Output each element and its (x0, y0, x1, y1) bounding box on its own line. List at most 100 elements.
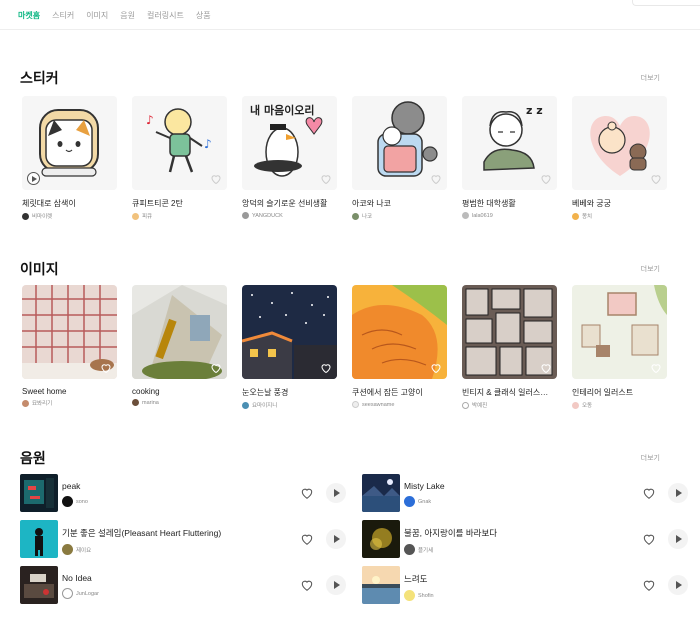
image-thumbnail[interactable] (572, 285, 667, 379)
sticker-card-row: 체릿대로 삼색이 비마이렛 ♪ ♪ 큐피트티콘 2탄 피큐 내 마음이오리 앙덕… (22, 96, 667, 220)
artist-name: JunLogar (76, 590, 99, 597)
sticker-thumbnail[interactable] (22, 96, 117, 190)
music-item[interactable]: peak sono (20, 474, 346, 520)
svg-text:♪: ♪ (204, 137, 212, 151)
album-cover[interactable] (362, 520, 400, 558)
artist-name: 제이요 (76, 547, 92, 554)
image-card[interactable]: cooking marina (132, 285, 227, 409)
heart-outline-icon[interactable] (430, 173, 442, 185)
heart-outline-icon[interactable] (300, 486, 314, 500)
svg-text:♪: ♪ (146, 113, 154, 127)
play-icon[interactable] (668, 575, 688, 595)
image-card[interactable]: 눈오는날 풍경 요마이지니 (242, 285, 337, 409)
heart-outline-icon[interactable] (210, 362, 222, 374)
sticker-card[interactable]: z z 평범한 대학생활 lala0619 (462, 96, 557, 220)
music-more-link[interactable]: 더보기 (641, 453, 660, 463)
author-name: YANGDUCK (252, 212, 283, 219)
sticker-thumbnail[interactable]: ♪ ♪ (132, 96, 227, 190)
image-thumbnail[interactable] (22, 285, 117, 379)
play-icon[interactable] (326, 483, 346, 503)
heart-outline-icon[interactable] (210, 173, 222, 185)
heart-outline-icon[interactable] (642, 578, 656, 592)
play-icon[interactable] (326, 529, 346, 549)
sticker-title: 평범한 대학생활 (462, 199, 516, 208)
sticker-card[interactable]: 아코와 나코 나코 (352, 96, 447, 220)
image-author: marina (132, 399, 227, 406)
avatar (404, 496, 415, 507)
music-item[interactable]: 불꿈, 아지랑이를 바라보다 플기세 (362, 520, 688, 566)
sticker-title: 체릿대로 삼색이 (22, 199, 76, 208)
tab-music[interactable]: 음원 (120, 10, 135, 21)
music-item[interactable]: 기분 좋은 설레임(Pleasant Heart Fluttering) 제이요 (20, 520, 346, 566)
play-icon[interactable] (326, 575, 346, 595)
tab-market-home[interactable]: 마켓홈 (18, 10, 40, 21)
album-cover[interactable] (20, 566, 58, 604)
heart-outline-icon[interactable] (320, 362, 332, 374)
avatar (242, 401, 249, 409)
tab-images[interactable]: 이미지 (86, 10, 108, 21)
heart-outline-icon[interactable] (650, 362, 662, 374)
track-artist: sono (62, 496, 88, 507)
image-card[interactable]: 인테리어 일러스트 오동 (572, 285, 667, 409)
sticker-card[interactable]: 내 마음이오리 앙덕의 슬기로운 선비생활 YANGDUCK (242, 96, 337, 220)
top-navigation: 마켓홈 스티커 이미지 음원 컬러링시트 상품 (0, 0, 700, 30)
sticker-author: 몽치 (572, 212, 667, 220)
sticker-thumbnail[interactable] (572, 96, 667, 190)
album-cover[interactable] (362, 566, 400, 604)
tab-stickers[interactable]: 스티커 (52, 10, 74, 21)
images-more-link[interactable]: 더보기 (641, 264, 660, 274)
artist-name: sono (76, 498, 88, 505)
sticker-thumbnail[interactable]: 내 마음이오리 (242, 96, 337, 190)
stickers-section-title: 스티커 (20, 70, 59, 86)
sticker-thumbnail[interactable]: z z (462, 96, 557, 190)
heart-outline-icon[interactable] (642, 486, 656, 500)
sticker-card[interactable]: 체릿대로 삼색이 비마이렛 (22, 96, 117, 220)
music-item[interactable]: Misty Lake Gnak (362, 474, 688, 520)
track-title: 기분 좋은 설레임(Pleasant Heart Fluttering) (62, 528, 222, 538)
heart-outline-icon[interactable] (540, 173, 552, 185)
sticker-title: 아코와 나코 (352, 199, 392, 208)
sticker-title: 큐피트티콘 2탄 (132, 199, 183, 208)
album-cover[interactable] (20, 474, 58, 512)
heart-outline-icon[interactable] (300, 578, 314, 592)
tab-products[interactable]: 상품 (196, 10, 211, 21)
heart-outline-icon[interactable] (300, 532, 314, 546)
play-circle-icon[interactable] (27, 172, 40, 185)
author-name: 오동 (582, 403, 593, 409)
play-icon[interactable] (668, 483, 688, 503)
image-thumbnail[interactable] (352, 285, 447, 379)
sticker-card[interactable]: ♪ ♪ 큐피트티콘 2탄 피큐 (132, 96, 227, 220)
avatar (462, 212, 469, 219)
author-name: 요마이지니 (252, 403, 278, 409)
heart-outline-icon[interactable] (650, 173, 662, 185)
svg-text:z z: z z (526, 104, 543, 117)
dropdown-edge (632, 0, 700, 6)
stickers-more-link[interactable]: 더보기 (641, 73, 660, 83)
image-thumbnail[interactable] (132, 285, 227, 379)
avatar (242, 212, 249, 219)
image-title: cooking (132, 387, 160, 396)
tab-coloring-sheets[interactable]: 컬러링시트 (147, 10, 184, 21)
image-thumbnail[interactable] (462, 285, 557, 379)
sticker-card[interactable]: 베베와 궁궁 몽치 (572, 96, 667, 220)
heart-outline-icon[interactable] (320, 173, 332, 185)
image-card[interactable]: 쿠션에서 잠든 고양이 seesawname (352, 285, 447, 409)
music-item[interactable]: No Idea JunLogar (20, 566, 346, 612)
sticker-author: 비마이렛 (22, 212, 117, 220)
image-thumbnail[interactable] (242, 285, 337, 379)
image-author: 오동 (572, 401, 667, 409)
album-cover[interactable] (20, 520, 58, 558)
sticker-thumbnail[interactable] (352, 96, 447, 190)
play-icon[interactable] (668, 529, 688, 549)
heart-outline-icon[interactable] (430, 362, 442, 374)
album-cover[interactable] (362, 474, 400, 512)
avatar (62, 588, 73, 599)
image-title: Sweet home (22, 387, 67, 396)
image-title: 빈티지 & 클래식 일러스… (462, 388, 549, 397)
music-item[interactable]: 느려도 Shofin (362, 566, 688, 612)
heart-outline-icon[interactable] (540, 362, 552, 374)
heart-outline-icon[interactable] (100, 362, 112, 374)
image-card[interactable]: 빈티지 & 클래식 일러스… 박예진 (462, 285, 557, 409)
heart-outline-icon[interactable] (642, 532, 656, 546)
image-card[interactable]: Sweet home 묘봐리기 (22, 285, 117, 409)
